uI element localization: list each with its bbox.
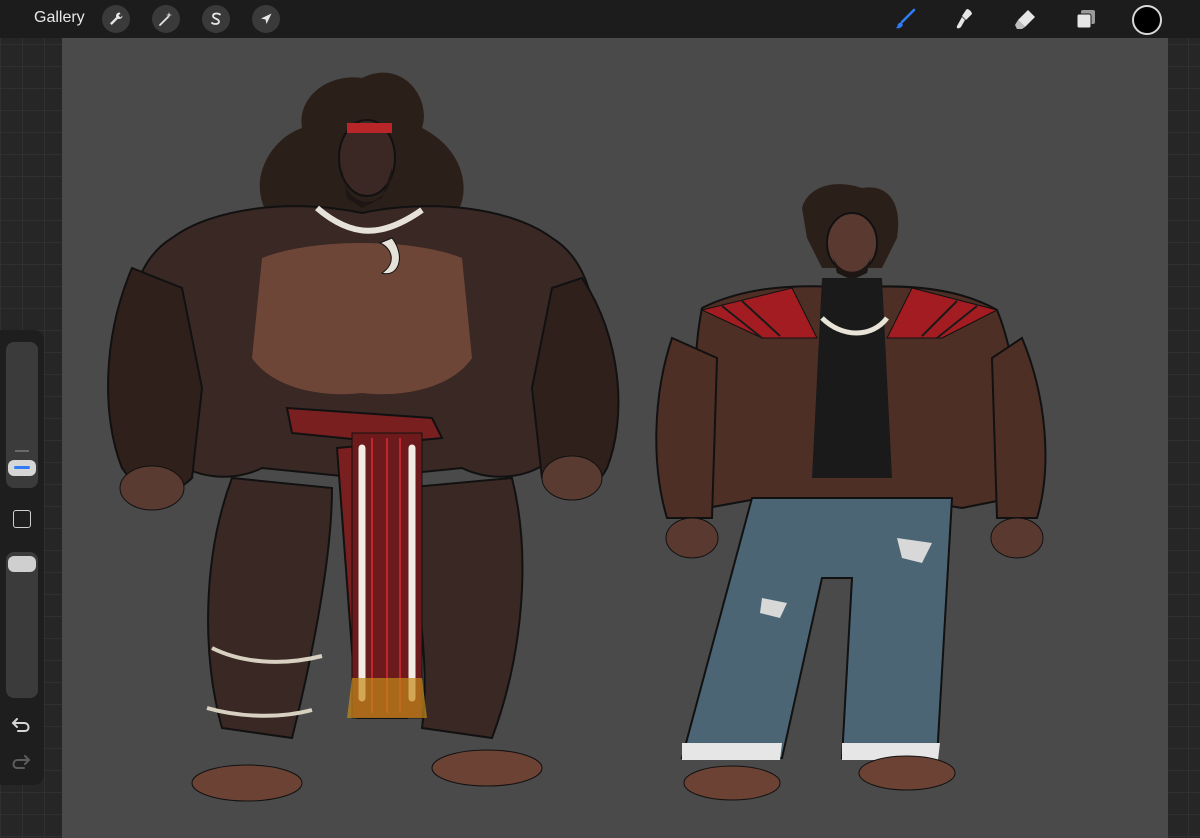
- layers-button[interactable]: [1071, 4, 1101, 34]
- eraser-icon: [1015, 10, 1035, 29]
- right-character-figure: [655, 184, 1047, 801]
- transform-button[interactable]: [252, 5, 280, 33]
- actions-button[interactable]: [102, 5, 130, 33]
- brush-icon: [895, 8, 916, 29]
- smudge-icon: [956, 9, 972, 29]
- selection-s-icon: [211, 12, 221, 25]
- brush-size-thumb[interactable]: [8, 460, 36, 476]
- adjustments-button[interactable]: [152, 5, 180, 33]
- layers-icon: [1076, 10, 1095, 29]
- color-picker-swatch[interactable]: [1132, 5, 1162, 35]
- selection-button[interactable]: [202, 5, 230, 33]
- undo-button[interactable]: [10, 715, 32, 735]
- eraser-button[interactable]: [1010, 4, 1040, 34]
- opacity-thumb[interactable]: [8, 556, 36, 572]
- brush-size-slider[interactable]: [6, 342, 38, 488]
- size-tick-mark: [15, 450, 29, 452]
- top-toolbar: Gallery: [0, 0, 1200, 38]
- left-character-figure: [107, 72, 620, 802]
- drawing-canvas[interactable]: [62, 38, 1168, 838]
- arrow-cursor-icon: [261, 13, 272, 24]
- magic-wand-icon: [159, 12, 172, 26]
- left-sidebar: [0, 330, 44, 785]
- redo-button[interactable]: [10, 752, 32, 772]
- gallery-button[interactable]: Gallery: [34, 9, 85, 27]
- opacity-slider[interactable]: [6, 552, 38, 698]
- brush-button[interactable]: [890, 4, 920, 34]
- wrench-icon: [110, 12, 123, 25]
- character-artwork: [107, 72, 1047, 802]
- redo-icon: [12, 755, 31, 769]
- modify-button[interactable]: [13, 510, 31, 528]
- undo-icon: [11, 718, 30, 732]
- smudge-button[interactable]: [950, 4, 980, 34]
